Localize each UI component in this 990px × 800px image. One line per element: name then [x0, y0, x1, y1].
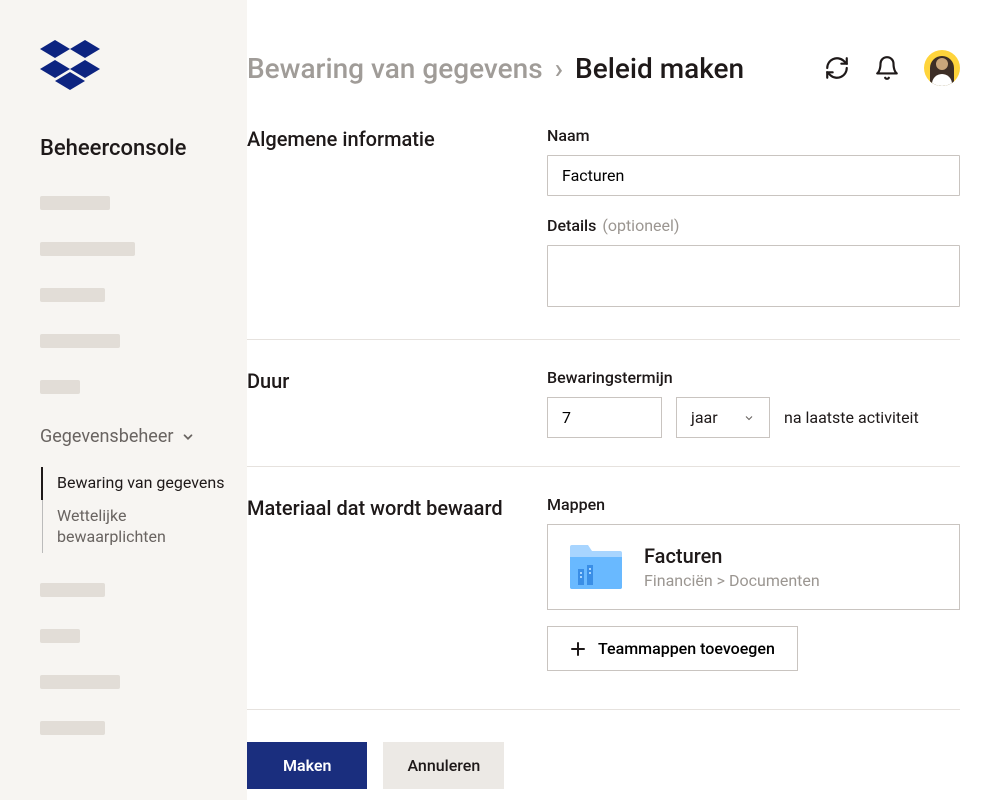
header: Bewaring van gegevens › Beleid maken — [247, 50, 960, 86]
section-general: Algemene informatie Naam Details (option… — [247, 126, 960, 340]
sidebar-title: Beheerconsole — [40, 136, 227, 161]
sync-icon[interactable] — [824, 55, 850, 81]
section-material: Materiaal dat wordt bewaard Mappen — [247, 495, 960, 699]
folder-card[interactable]: Facturen Financiën > Documenten — [547, 524, 960, 610]
section-label-general: Algemene informatie — [247, 126, 547, 311]
nav-placeholder — [40, 675, 120, 689]
add-team-folders-button[interactable]: Teammappen toevoegen — [547, 626, 798, 671]
name-input[interactable] — [547, 155, 960, 196]
section-duration: Duur Bewaringstermijn jaar na laatste ac… — [247, 368, 960, 467]
nav-placeholder — [40, 242, 135, 256]
bell-icon[interactable] — [874, 55, 900, 81]
folder-path: Financiën > Documenten — [644, 571, 939, 590]
avatar[interactable] — [924, 50, 960, 86]
sidebar-item-data-retention[interactable]: Bewaring van gegevens — [41, 467, 227, 500]
chevron-down-icon — [743, 412, 755, 424]
details-textarea[interactable] — [547, 245, 960, 307]
sidebar-section-header[interactable]: Gegevensbeheer — [40, 426, 227, 447]
breadcrumb-current: Beleid maken — [575, 52, 744, 85]
main-content: Bewaring van gegevens › Beleid maken — [247, 0, 990, 800]
folder-icon — [568, 543, 624, 591]
folders-label: Mappen — [547, 495, 960, 514]
nav-placeholder — [40, 583, 105, 597]
section-label-material: Materiaal dat wordt bewaard — [247, 495, 547, 671]
term-value-input[interactable] — [547, 397, 662, 438]
name-label: Naam — [547, 126, 960, 145]
create-button[interactable]: Maken — [247, 742, 367, 789]
header-actions — [824, 50, 960, 86]
details-label: Details (optioneel) — [547, 216, 960, 235]
breadcrumb: Bewaring van gegevens › Beleid maken — [247, 52, 824, 85]
term-unit-select[interactable]: jaar — [676, 397, 770, 438]
dropbox-logo[interactable] — [40, 40, 227, 96]
cancel-button[interactable]: Annuleren — [383, 742, 504, 789]
nav-placeholder — [40, 196, 110, 210]
nav-placeholder — [40, 288, 105, 302]
folder-name: Facturen — [644, 544, 939, 568]
nav-placeholder — [40, 380, 80, 394]
term-hint: na laatste activiteit — [784, 408, 919, 427]
form-actions: Maken Annuleren — [247, 730, 960, 789]
term-label: Bewaringstermijn — [547, 368, 960, 387]
nav-placeholder — [40, 721, 105, 735]
sidebar-section-label: Gegevensbeheer — [40, 426, 173, 447]
plus-icon — [570, 641, 586, 657]
sidebar-nav: Bewaring van gegevens Wettelijke bewaarp… — [42, 467, 227, 553]
nav-placeholder — [40, 334, 120, 348]
sidebar-bottom — [40, 583, 227, 735]
sidebar-item-legal-holds[interactable]: Wettelijke bewaarplichten — [43, 500, 227, 554]
chevron-down-icon — [181, 430, 195, 444]
breadcrumb-parent[interactable]: Bewaring van gegevens — [247, 52, 543, 85]
sidebar: Beheerconsole Gegevensbeheer Bewaring va… — [0, 0, 247, 800]
nav-placeholder — [40, 629, 80, 643]
section-label-duration: Duur — [247, 368, 547, 438]
breadcrumb-separator: › — [555, 52, 563, 85]
